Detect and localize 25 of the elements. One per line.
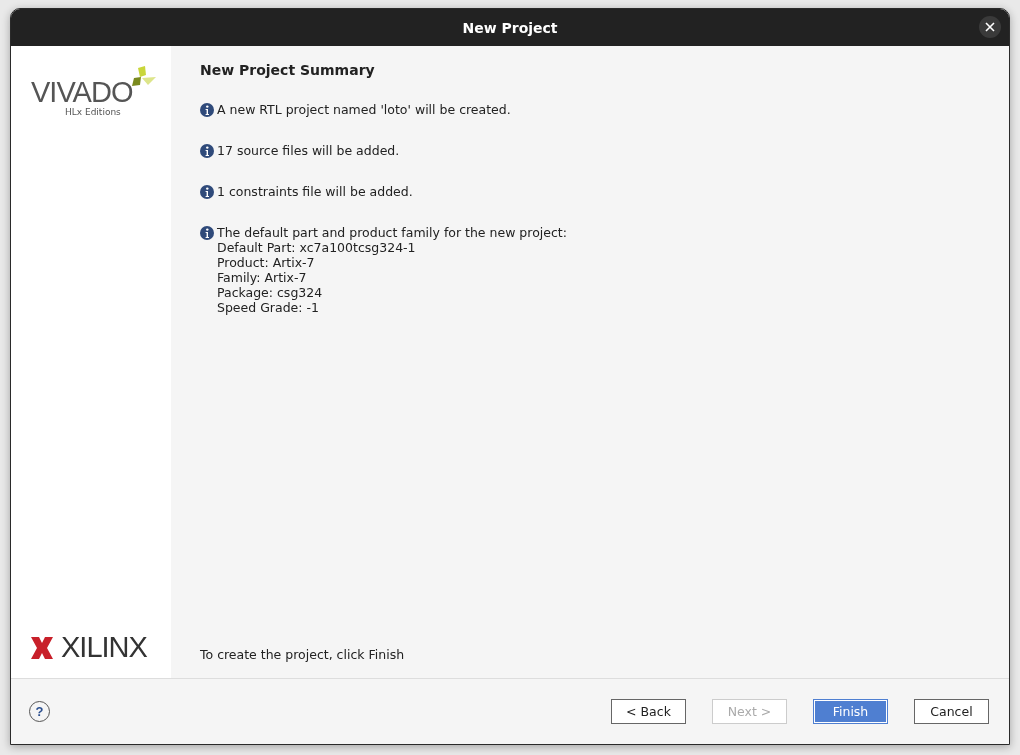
info-message: Package: csg324 bbox=[217, 285, 324, 300]
xilinx-logo-text: XILINX bbox=[61, 631, 147, 664]
xilinx-logo-icon bbox=[31, 636, 53, 659]
info-message: Speed Grade: -1 bbox=[217, 300, 320, 315]
page-heading: New Project Summary bbox=[200, 62, 376, 78]
info-message: Default Part: xc7a100tcsg324-1 bbox=[217, 240, 417, 255]
info-icon bbox=[200, 226, 214, 240]
info-message: A new RTL project named 'loto' will be created. bbox=[217, 102, 511, 117]
info-message: 17 source files will be added. bbox=[217, 143, 400, 158]
info-message: The default part and product family for the new project: bbox=[217, 225, 567, 240]
info-icon bbox=[200, 185, 214, 199]
info-message: 1 constraints file will be added. bbox=[217, 184, 413, 199]
instruction-text: To create the project, click Finish bbox=[200, 647, 406, 662]
close-icon bbox=[985, 22, 995, 32]
close-button[interactable] bbox=[979, 16, 1001, 38]
info-icon bbox=[200, 103, 214, 117]
dialog-button[interactable]: Cancel bbox=[914, 699, 989, 724]
dialog-button[interactable]: Finish bbox=[813, 699, 888, 724]
dialog-button[interactable]: < Back bbox=[611, 699, 686, 724]
info-message: Family: Artix-7 bbox=[217, 270, 308, 285]
vivado-logo-text: VIVADO bbox=[31, 78, 133, 107]
info-icon bbox=[200, 144, 214, 158]
info-message: Product: Artix-7 bbox=[217, 255, 316, 270]
logo-subtitle: HLx Editions bbox=[65, 107, 121, 117]
window-title: New Project bbox=[462, 19, 558, 36]
